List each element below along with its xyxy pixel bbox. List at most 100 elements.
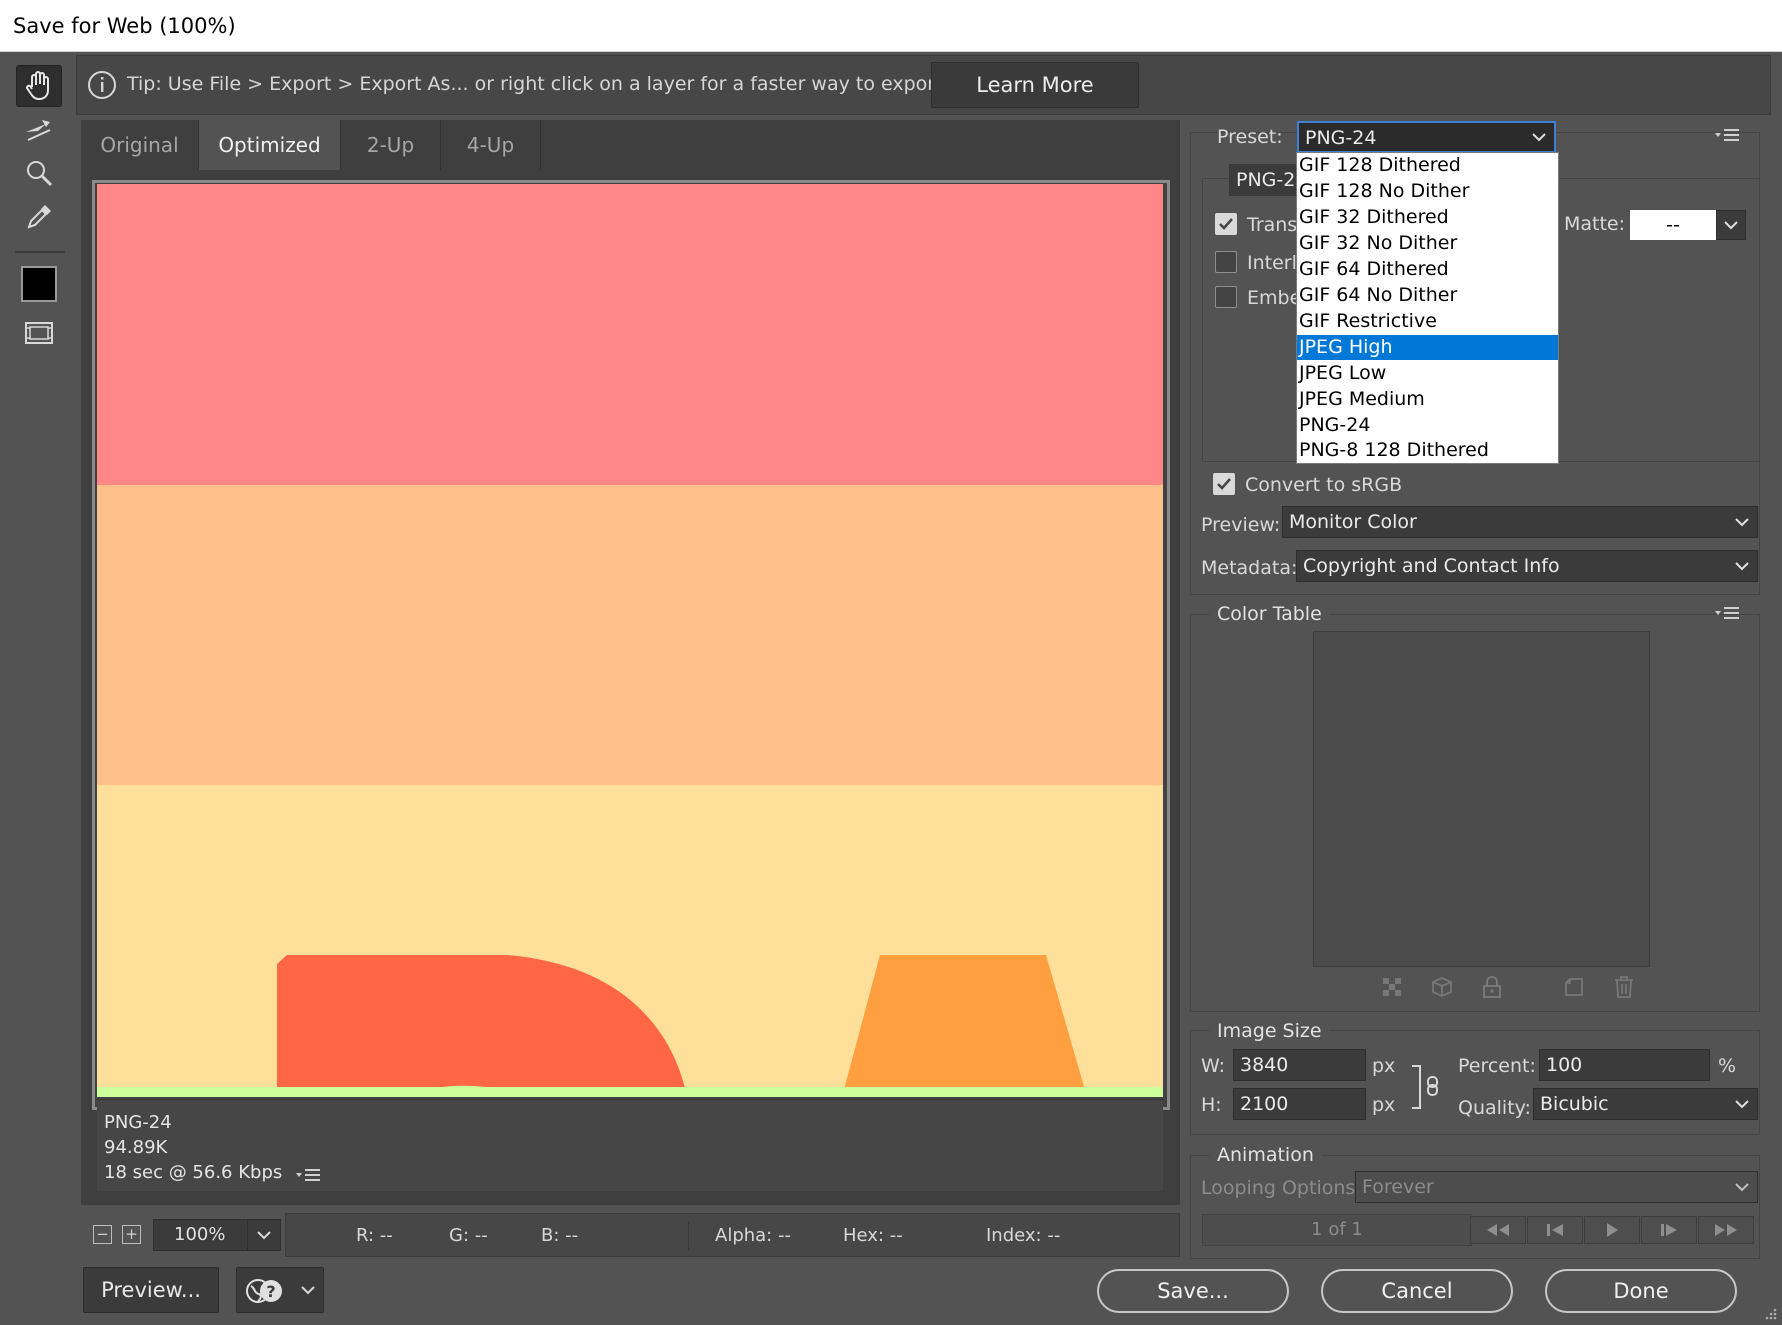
preset-option[interactable]: GIF 128 Dithered — [1297, 153, 1558, 178]
height-unit: px — [1372, 1094, 1396, 1116]
slice-select-tool-button[interactable] — [16, 110, 62, 152]
tab-optimized[interactable]: Optimized — [199, 120, 341, 170]
eyedropper-icon — [27, 205, 51, 229]
constrain-proportions-link-icon[interactable] — [1410, 1063, 1444, 1111]
web-shift-button[interactable] — [1430, 975, 1454, 999]
tool-strip — [9, 60, 71, 360]
info-format: PNG-24 — [104, 1112, 172, 1133]
chevron-down-icon — [1735, 1183, 1749, 1192]
eyedropper-color-swatch[interactable] — [16, 263, 62, 305]
preset-option[interactable]: GIF 32 Dithered — [1297, 205, 1558, 230]
zoom-level-dropdown[interactable] — [247, 1219, 281, 1251]
height-input[interactable]: 2100 — [1233, 1088, 1366, 1120]
chevron-down-icon — [301, 1286, 315, 1295]
resample-quality-select[interactable]: Bicubic — [1533, 1088, 1758, 1120]
preset-select[interactable]: PNG-24 — [1297, 121, 1556, 153]
slice-select-icon — [26, 120, 51, 141]
preset-option[interactable]: JPEG Low — [1297, 361, 1558, 386]
pixel-readout: R: -- G: -- B: -- Alpha: -- Hex: -- Inde… — [285, 1213, 1180, 1257]
matte-dropdown[interactable] — [1716, 210, 1746, 240]
preset-option[interactable]: JPEG Medium — [1297, 387, 1558, 412]
preset-option[interactable]: GIF Restrictive — [1297, 309, 1558, 334]
optimize-menu-icon[interactable] — [1714, 128, 1740, 144]
info-icon — [88, 71, 116, 99]
zoom-out-button[interactable]: − — [93, 1225, 112, 1244]
hand-tool-button[interactable] — [16, 65, 62, 107]
looping-options-value: Forever — [1362, 1176, 1434, 1198]
metadata-label: Metadata: — [1201, 557, 1298, 579]
zoom-in-button[interactable]: + — [122, 1225, 141, 1244]
preset-option[interactable]: PNG-8 128 Dithered — [1297, 438, 1558, 463]
embed-color-profile-label: Embe — [1247, 287, 1302, 309]
done-button[interactable]: Done — [1545, 1269, 1737, 1313]
chevron-down-icon — [1735, 1100, 1749, 1109]
looping-options-select[interactable]: Forever — [1355, 1171, 1758, 1203]
lock-color-button[interactable] — [1480, 975, 1504, 999]
preset-select-value: PNG-24 — [1305, 127, 1377, 149]
percent-label: Percent: — [1458, 1055, 1536, 1077]
resize-grip-icon[interactable] — [1762, 1305, 1778, 1321]
zoom-tool-button[interactable] — [16, 152, 62, 194]
hand-icon — [26, 71, 49, 101]
save-button[interactable]: Save... — [1097, 1269, 1289, 1313]
optimized-image-preview[interactable] — [97, 184, 1163, 1097]
transparency-checkbox[interactable] — [1215, 213, 1237, 235]
play-button[interactable] — [1584, 1216, 1640, 1244]
step-back-icon — [1547, 1224, 1563, 1236]
learn-more-button[interactable]: Learn More — [931, 62, 1139, 108]
trash-icon — [1615, 976, 1633, 998]
matte-swatch[interactable]: -- — [1630, 210, 1716, 240]
readout-divider — [688, 1222, 689, 1250]
art-red-shape — [277, 955, 687, 1097]
readout-g: G: -- — [449, 1225, 488, 1246]
info-menu-icon[interactable] — [295, 1168, 321, 1184]
tab-4-up[interactable]: 4-Up — [441, 120, 541, 170]
last-frame-button[interactable] — [1698, 1216, 1754, 1244]
preset-option-highlighted[interactable]: JPEG High — [1297, 335, 1558, 360]
new-swatch-icon — [1565, 978, 1583, 996]
percent-input[interactable]: 100 — [1539, 1049, 1710, 1081]
preview-color-select[interactable]: Monitor Color — [1282, 506, 1758, 538]
toggle-slices-button[interactable] — [16, 312, 62, 354]
transparency-label: Trans — [1247, 214, 1298, 236]
interlaced-checkbox[interactable] — [1215, 251, 1237, 273]
tab-2-up[interactable]: 2-Up — [341, 120, 441, 170]
convert-srgb-checkbox[interactable] — [1213, 473, 1235, 495]
convert-srgb-label: Convert to sRGB — [1245, 474, 1403, 496]
first-frame-button[interactable] — [1470, 1216, 1526, 1244]
preset-option[interactable]: PNG-24 — [1297, 413, 1558, 438]
preview-button[interactable]: Preview... — [83, 1267, 219, 1313]
new-color-button[interactable] — [1562, 975, 1586, 999]
embed-color-profile-checkbox[interactable] — [1215, 286, 1237, 308]
eyedropper-tool-button[interactable] — [16, 196, 62, 238]
interlaced-label: Interl — [1247, 252, 1297, 274]
color-swatch — [21, 266, 57, 302]
metadata-select[interactable]: Copyright and Contact Info — [1296, 550, 1758, 582]
browser-globe-icon: ? — [246, 1279, 282, 1303]
color-table-menu-icon[interactable] — [1714, 606, 1740, 622]
window-title: Save for Web (100%) — [0, 0, 1782, 52]
preview-in-browser-button[interactable]: ? — [236, 1267, 324, 1313]
chevron-down-icon — [1724, 220, 1738, 229]
next-frame-button[interactable] — [1641, 1216, 1697, 1244]
cancel-button[interactable]: Cancel — [1321, 1269, 1513, 1313]
color-table-swatches[interactable] — [1313, 631, 1650, 967]
map-to-transparent-button[interactable] — [1380, 975, 1404, 999]
tab-original[interactable]: Original — [81, 120, 199, 170]
previous-frame-button[interactable] — [1527, 1216, 1583, 1244]
toggle-slices-icon — [25, 322, 53, 344]
preset-option[interactable]: GIF 32 No Dither — [1297, 231, 1558, 256]
preset-option[interactable]: GIF 64 Dithered — [1297, 257, 1558, 282]
preset-dropdown-list[interactable]: GIF 128 Dithered GIF 128 No Dither GIF 3… — [1296, 152, 1559, 464]
animation-title: Animation — [1209, 1144, 1322, 1166]
preset-option[interactable]: GIF 64 No Dither — [1297, 283, 1558, 308]
lock-icon — [1483, 976, 1501, 998]
preset-option[interactable]: GIF 128 No Dither — [1297, 179, 1558, 204]
art-shapes — [97, 955, 1163, 1097]
width-input[interactable]: 3840 — [1233, 1049, 1366, 1081]
preview-label: Preview: — [1201, 514, 1281, 536]
frame-counter: 1 of 1 — [1202, 1214, 1472, 1246]
play-icon — [1607, 1223, 1618, 1237]
readout-hex: Hex: -- — [843, 1225, 903, 1246]
delete-color-button[interactable] — [1612, 975, 1636, 999]
